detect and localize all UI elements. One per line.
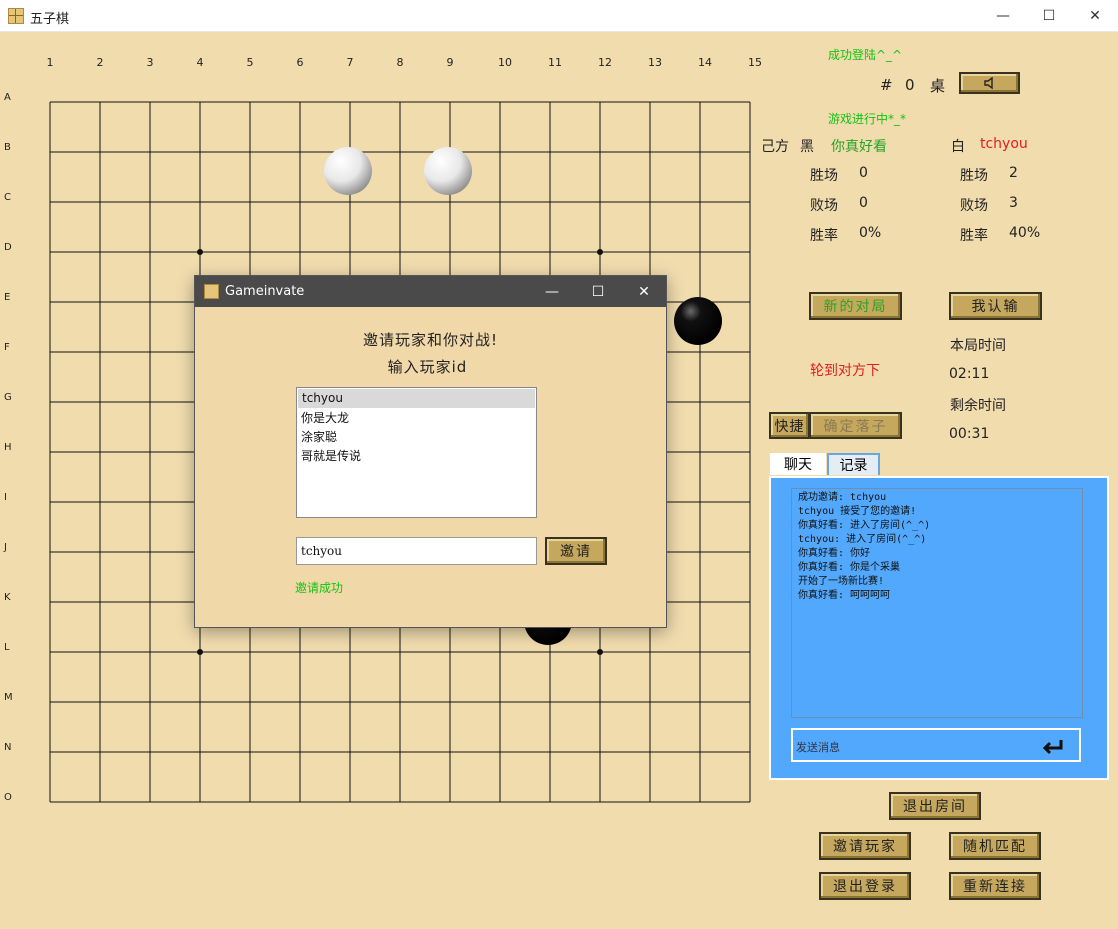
chat-message: 成功邀请: tchyou xyxy=(798,492,887,503)
chat-log: 成功邀请: tchyou tchyou 接受了您的邀请! 你真好看: 进入了房间(^… xyxy=(791,488,1083,718)
star-point xyxy=(597,649,603,655)
white-rate: 40% xyxy=(1009,225,1041,241)
self-label: 己方 xyxy=(761,139,789,155)
dialog-title: Gameinvate xyxy=(225,284,305,299)
black-wins: 0 xyxy=(859,165,868,181)
black-stone xyxy=(674,297,722,345)
white-player-name: tchyou xyxy=(980,136,1028,152)
game-state: 游戏进行中*_* xyxy=(828,112,907,126)
leave-room-button[interactable]: 退出房间 xyxy=(889,792,981,820)
minimize-button[interactable]: — xyxy=(980,0,1026,32)
white-losses-label: 败场 xyxy=(960,198,988,214)
player-list-item[interactable]: 哥就是传说 xyxy=(297,447,536,466)
dialog-maximize-button[interactable]: ☐ xyxy=(575,276,621,307)
star-point xyxy=(597,249,603,255)
dialog-close-button[interactable]: ✕ xyxy=(621,276,667,307)
remain-time-label: 剩余时间 xyxy=(950,398,1006,414)
speaker-icon xyxy=(983,76,993,90)
maximize-button[interactable]: ☐ xyxy=(1026,0,1072,32)
invite-button[interactable]: 邀请 xyxy=(545,537,607,565)
black-losses: 0 xyxy=(859,195,868,211)
confirm-move-button[interactable]: 确定落子 xyxy=(809,412,902,439)
table-number: 0 xyxy=(905,76,915,94)
chat-message: 开始了一场新比赛! xyxy=(798,576,885,587)
new-game-button[interactable]: 新的对局 xyxy=(809,292,902,320)
chat-input-placeholder: 发送消息 xyxy=(796,741,840,754)
app-icon xyxy=(8,8,24,24)
black-rate-label: 胜率 xyxy=(810,228,838,244)
black-rate: 0% xyxy=(859,225,882,241)
table-hash: # xyxy=(880,76,893,94)
send-icon[interactable] xyxy=(1041,737,1065,755)
white-stone xyxy=(324,147,372,195)
white-wins-label: 胜场 xyxy=(960,168,988,184)
logout-button[interactable]: 退出登录 xyxy=(819,872,911,900)
dialog-subheading: 输入玩家id xyxy=(387,358,468,376)
black-losses-label: 败场 xyxy=(810,198,838,214)
white-color-label: 白 xyxy=(951,139,965,155)
chat-panel: 成功邀请: tchyou tchyou 接受了您的邀请! 你真好看: 进入了房间(^… xyxy=(769,476,1109,780)
tab-chat[interactable]: 聊天 xyxy=(770,453,826,475)
invite-status: 邀请成功 xyxy=(295,581,344,595)
round-time-label: 本局时间 xyxy=(950,338,1006,354)
white-losses: 3 xyxy=(1009,195,1018,211)
player-list-item[interactable]: 涂家聪 xyxy=(297,428,536,447)
player-list-item[interactable]: tchyou xyxy=(298,389,535,408)
surrender-button[interactable]: 我认输 xyxy=(949,292,1042,320)
dialog-minimize-button[interactable]: — xyxy=(529,276,575,307)
white-wins: 2 xyxy=(1009,165,1018,181)
black-wins-label: 胜场 xyxy=(810,168,838,184)
chat-message: 你真好看: 进入了房间(^_^) xyxy=(798,520,931,531)
close-button[interactable]: ✕ xyxy=(1072,0,1118,32)
black-player-name: 你真好看 xyxy=(831,139,887,155)
random-match-button[interactable]: 随机匹配 xyxy=(949,832,1041,860)
reconnect-button[interactable]: 重新连接 xyxy=(949,872,1041,900)
white-stone xyxy=(424,147,472,195)
table-suffix: 桌 xyxy=(930,77,946,95)
chat-message: tchyou 接受了您的邀请! xyxy=(798,506,917,517)
window-titlebar: 五子棋 — ☐ ✕ xyxy=(0,0,1118,32)
white-rate-label: 胜率 xyxy=(960,228,988,244)
tab-log[interactable]: 记录 xyxy=(827,453,880,475)
player-list-item[interactable]: 你是大龙 xyxy=(297,409,536,428)
player-id-input[interactable]: tchyou xyxy=(296,537,537,565)
remain-time: 00:31 xyxy=(949,426,990,442)
star-point xyxy=(197,249,203,255)
dialog-heading: 邀请玩家和你对战! xyxy=(362,331,498,349)
invite-player-button[interactable]: 邀请玩家 xyxy=(819,832,911,860)
chat-message: 你真好看: 呵呵呵呵 xyxy=(798,590,891,601)
dialog-titlebar: Gameinvate — ☐ ✕ xyxy=(195,276,666,307)
invite-dialog: Gameinvate — ☐ ✕ 邀请玩家和你对战! 输入玩家id tchyou… xyxy=(194,275,667,628)
quick-button[interactable]: 快捷 xyxy=(769,412,810,439)
black-color-label: 黑 xyxy=(800,139,814,155)
round-time: 02:11 xyxy=(949,366,990,382)
sound-toggle-button[interactable] xyxy=(959,72,1020,94)
chat-message: tchyou: 进入了房间(^_^) xyxy=(798,534,927,545)
turn-status: 轮到对方下 xyxy=(810,363,880,379)
chat-message: 你真好看: 你好 xyxy=(798,548,871,559)
chat-input[interactable]: 发送消息 xyxy=(791,728,1081,762)
star-point xyxy=(197,649,203,655)
dialog-app-icon xyxy=(204,284,219,299)
login-status: 成功登陆^_^ xyxy=(828,48,903,62)
chat-message: 你真好看: 你是个采巢 xyxy=(798,562,901,573)
player-listbox[interactable]: tchyou 你是大龙 涂家聪 哥就是传说 xyxy=(296,387,537,518)
window-title: 五子棋 xyxy=(30,12,70,27)
